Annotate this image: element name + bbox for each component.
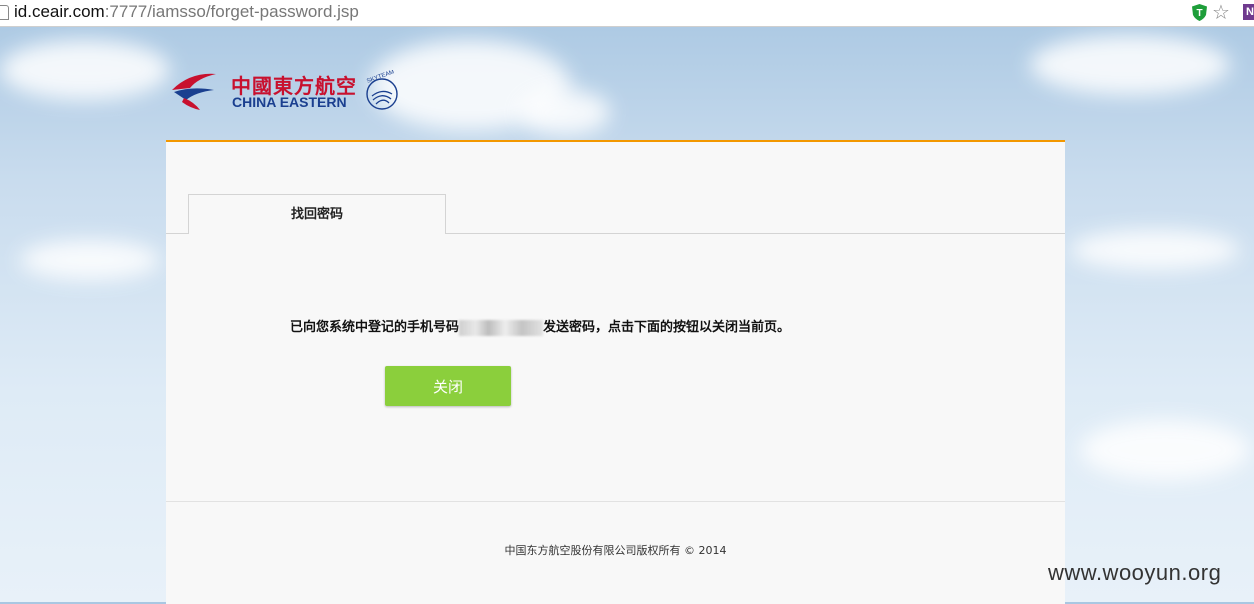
address-bar[interactable]: id.ceair.com:7777/iamsso/forget-password…: [0, 0, 1254, 27]
close-button[interactable]: 关闭: [385, 366, 511, 406]
watermark: www.wooyun.org: [1048, 560, 1222, 585]
message-text-after: 发送密码，点击下面的按钮以关闭当前页。: [543, 320, 791, 335]
status-message: 已向您系统中登记的手机号码 发送密码，点击下面的按钮以关闭当前页。: [290, 316, 790, 336]
message-text-before: 已向您系统中登记的手机号码: [290, 320, 460, 335]
footer-copyright: 中国东方航空股份有限公司版权所有 © 2014: [504, 544, 727, 557]
masked-phone-number: [459, 319, 544, 336]
svg-text:T: T: [1196, 8, 1202, 19]
shield-icon[interactable]: T: [1191, 3, 1208, 22]
logo-name-en: CHINA EASTERN: [232, 94, 347, 110]
skyteam-logo-icon: SKYTEAM: [366, 70, 398, 110]
cloud-decoration: [1080, 420, 1250, 480]
swallow-logo-icon: [172, 73, 216, 110]
url-text[interactable]: id.ceair.com:7777/iamsso/forget-password…: [14, 2, 359, 22]
page-icon: [0, 5, 9, 20]
cloud-decoration: [1030, 35, 1230, 95]
cloud-decoration: [1070, 230, 1240, 270]
url-host: id.ceair.com: [14, 2, 105, 21]
star-icon[interactable]: ☆: [1212, 0, 1230, 24]
footer-divider: [166, 501, 1065, 502]
extension-icon[interactable]: N: [1243, 4, 1254, 20]
tab-find-password[interactable]: 找回密码: [188, 194, 446, 234]
cloud-decoration: [20, 240, 160, 280]
china-eastern-logo: 中國東方航空 CHINA EASTERN SKYTEAM: [170, 68, 410, 116]
cloud-decoration: [520, 90, 610, 135]
url-path: :7777/iamsso/forget-password.jsp: [104, 2, 359, 21]
main-panel: 找回密码 已向您系统中登记的手机号码 发送密码，点击下面的按钮以关闭当前页。 关闭…: [166, 140, 1065, 604]
cloud-decoration: [0, 40, 170, 100]
